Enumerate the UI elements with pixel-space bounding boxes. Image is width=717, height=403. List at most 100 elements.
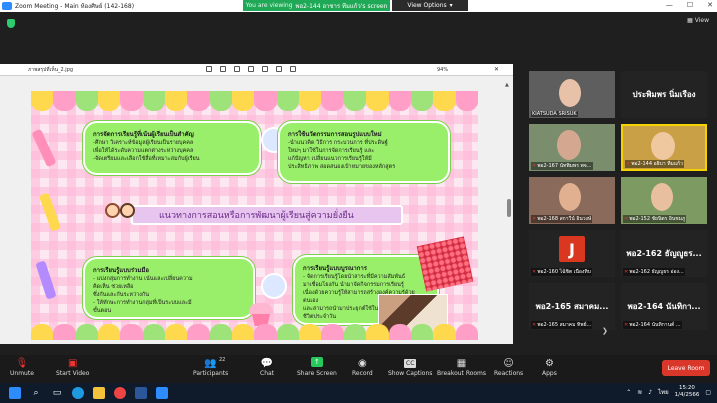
muted-mic-icon: ✕ <box>626 161 631 167</box>
card-cooperative-learning: การเรียนรู้แบบร่วมมือ - แบ่งกลุ่มการทำงา… <box>83 257 255 319</box>
participant-tile[interactable]: ✕ พอ2-167 นัทพิมพร พจ... <box>529 124 615 171</box>
participants-icon: 👥 <box>204 358 217 369</box>
participant-video-face <box>559 183 581 211</box>
favorite-icon[interactable] <box>248 66 254 72</box>
tray-chevron-icon[interactable]: ⌃ <box>626 389 631 396</box>
scrollbar-thumb[interactable] <box>507 199 511 217</box>
reactions-button[interactable]: ☺ Reactions <box>494 357 523 377</box>
muted-mic-icon: ✕ <box>624 216 629 222</box>
muted-mic-icon: ✕ <box>532 269 537 275</box>
participant-tile[interactable]: ✕ พอ2-168 สกาวีน์ อินวงษ์ <box>529 177 615 224</box>
wifi-icon[interactable]: ≋ <box>637 389 642 396</box>
pencil-decoration-icon <box>38 192 62 232</box>
chat-button[interactable]: 💬 Chat <box>260 357 274 377</box>
viewing-screen-banner: You are viewing พอ2-144 อาชาร ทีมแก้ว's … <box>243 0 390 11</box>
scroll-up-icon[interactable]: ▲ <box>505 82 509 88</box>
view-button[interactable]: ▦ View <box>687 17 709 24</box>
info-icon[interactable] <box>262 66 268 72</box>
participant-tile[interactable]: KIATSUDA SRISUK <box>529 71 615 118</box>
windows-start-icon[interactable] <box>9 387 21 399</box>
gallery-next-icon[interactable]: ❯ <box>602 327 608 335</box>
clock[interactable]: 15:20 1/4/2566 <box>675 385 700 399</box>
participant-video-face <box>559 79 581 107</box>
delete-icon[interactable] <box>234 66 240 72</box>
close-button[interactable]: ✕ <box>707 1 713 9</box>
viewer-close-button[interactable]: ✕ <box>494 66 499 73</box>
edge-browser-icon[interactable] <box>72 387 84 399</box>
muted-mic-icon: ✕ <box>624 322 629 328</box>
shield-icon[interactable] <box>7 19 15 28</box>
captions-icon: CC <box>404 359 417 368</box>
start-video-button[interactable]: ▣ Start Video <box>56 357 89 377</box>
apps-icon: ⚙ <box>544 358 554 369</box>
share-icon[interactable] <box>276 66 282 72</box>
chat-icon: 💬 <box>260 358 274 369</box>
apps-button[interactable]: ⚙ Apps <box>542 357 557 377</box>
share-screen-icon: ↑ <box>310 357 323 367</box>
record-icon: ◉ <box>358 358 367 369</box>
participant-tile[interactable]: ประพิมพร นิ่มเรือง <box>621 71 707 118</box>
image-filename: ภาพสรุปที่เห็น_2.jpg <box>28 66 74 73</box>
search-icon[interactable]: ⌕ <box>30 387 42 399</box>
grid-icon: ▦ <box>687 17 693 24</box>
participant-tile[interactable]: ✕ พอ2-152 ชัยนิตร อินชมภู <box>621 177 707 224</box>
leave-room-button[interactable]: Leave Room <box>662 360 710 376</box>
file-explorer-icon[interactable] <box>93 387 105 399</box>
zoom-logo-icon <box>2 2 12 10</box>
breakout-rooms-icon: ▦ <box>456 358 467 369</box>
viewer-tools <box>206 66 296 72</box>
participant-tile[interactable]: พอ2-162 ธัญญูธร... ✕ พอ2-162 ธัญญูธร อ่อง… <box>621 230 707 277</box>
word-icon[interactable] <box>135 387 147 399</box>
volume-icon[interactable]: ♪ <box>648 389 652 396</box>
maximize-button[interactable]: ☐ <box>687 1 693 9</box>
notifications-icon[interactable]: ▢ <box>705 389 711 396</box>
edit-icon[interactable] <box>206 66 212 72</box>
muted-mic-icon: ✕ <box>532 216 537 222</box>
window-title: Zoom Meeting - Main ห้องศิษย์ (142-168) <box>15 3 135 10</box>
muted-mic-icon: ✕ <box>532 322 537 328</box>
record-button[interactable]: ◉ Record <box>352 357 373 377</box>
os-taskbar: ⌕ ▭ ⌃ ≋ ♪ ไทย 15:20 1/4/2566 ▢ <box>0 383 717 403</box>
video-off-icon: ▣ <box>67 358 78 369</box>
meeting-controls: 🎙 Unmute ▣ Start Video 👥 Participants 22… <box>0 355 717 383</box>
slide-title: แนวทางการสอนหรือการพัฒนาผู้เรียนสู่ความย… <box>131 205 403 225</box>
pencil-decoration-icon <box>31 128 57 168</box>
view-options-button[interactable]: View Options ▾ <box>392 0 468 11</box>
chevron-down-icon: ▾ <box>449 2 453 9</box>
task-view-icon[interactable]: ▭ <box>51 387 63 399</box>
crop-icon[interactable] <box>220 66 226 72</box>
berries-photo <box>416 236 474 292</box>
participant-tile[interactable]: พอ2-164 นันทิกา... ✕ พอ2-164 นันทิกานต์ .… <box>621 283 707 330</box>
scallop-bottom-border <box>31 324 478 340</box>
participants-count: 22 <box>219 357 226 363</box>
shared-screen[interactable]: ภาพสรุปที่เห็น_2.jpg 94% ✕ ▲ การจัดการเร… <box>0 64 513 344</box>
participants-button[interactable]: 👥 Participants 22 <box>193 357 228 377</box>
breakout-rooms-button[interactable]: ▦ Breakout Rooms <box>437 357 486 377</box>
participant-tile-active-speaker[interactable]: ✕ พอ2-144 อธิบา ทีมแก้ว <box>621 124 707 171</box>
muted-mic-icon: ✕ <box>624 269 629 275</box>
window-controls: — ☐ ✕ <box>666 1 713 9</box>
participant-avatar: J <box>559 236 585 262</box>
show-captions-button[interactable]: CC Show Captions <box>388 357 432 377</box>
minimize-button[interactable]: — <box>666 1 673 9</box>
participant-tile[interactable]: พอ2-165 สมาคม... ✕ พอ2-165 สมาคม ทิพย์... <box>529 283 615 330</box>
image-viewer-toolbar: ภาพสรุปที่เห็น_2.jpg 94% ✕ <box>0 64 513 76</box>
zoom-taskbar-icon[interactable] <box>156 387 168 399</box>
decorative-circle <box>261 273 287 299</box>
participant-tile[interactable]: J ✕ พอ2-160 ไฉ้ชิต เนืองทิบ <box>529 230 615 277</box>
more-icon[interactable] <box>290 66 296 72</box>
zoom-level: 94% <box>437 67 449 73</box>
reactions-icon: ☺ <box>503 358 514 369</box>
participant-video-face <box>651 183 673 211</box>
unmute-button[interactable]: 🎙 Unmute <box>10 357 34 377</box>
kids-illustration-icon <box>103 197 139 227</box>
share-screen-button[interactable]: ↑ Share Screen <box>297 357 337 377</box>
pencil-decoration-icon <box>35 260 57 300</box>
muted-mic-icon: 🎙 <box>15 358 29 369</box>
input-language[interactable]: ไทย <box>658 387 669 397</box>
muted-mic-icon: ✕ <box>532 163 537 169</box>
chrome-icon[interactable] <box>114 387 126 399</box>
presentation-slide: การจัดการเรียนรู้ที่เน้นผู้เรียนเป็นสำคั… <box>31 91 478 340</box>
card-innovation: การใช้นวัตกรรมการสอนรูปแบบใหม่ -นำแนวคิด… <box>278 121 450 183</box>
system-tray: ⌃ ≋ ♪ ไทย 15:20 1/4/2566 ▢ <box>626 385 711 399</box>
